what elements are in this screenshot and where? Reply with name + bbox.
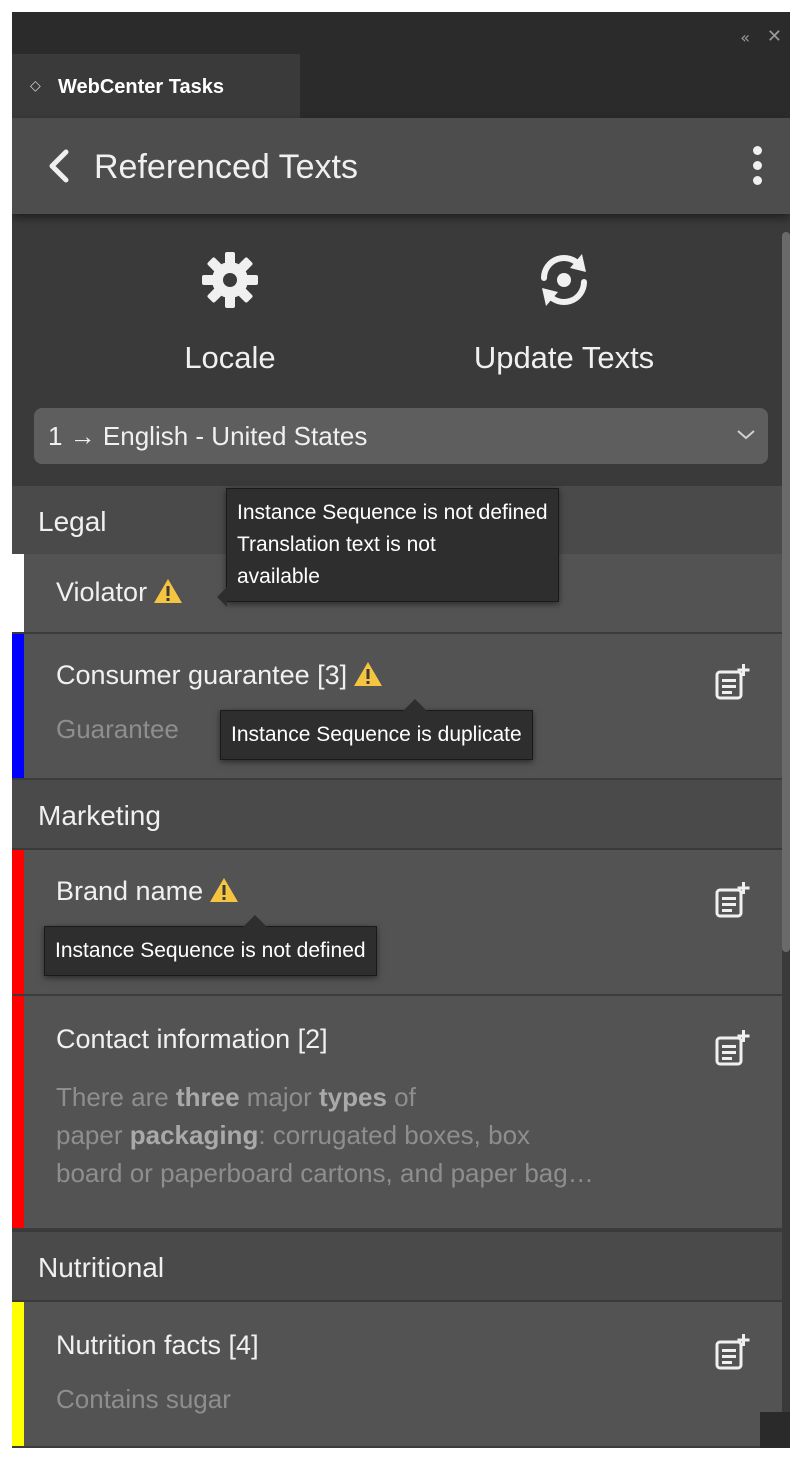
item-title: Contact information [2]	[56, 1024, 328, 1054]
warning-icon[interactable]	[209, 877, 239, 903]
locale-dropdown-value: 1 → English - United States	[48, 421, 368, 451]
body-highlight: three	[175, 1082, 240, 1112]
tooltip-arrow	[217, 587, 227, 607]
item-title: Consumer guarantee [3]	[56, 660, 348, 690]
item-color-bar	[12, 1302, 24, 1446]
section-label: Legal	[38, 506, 107, 537]
tooltip-line: Instance Sequence is not defined	[55, 939, 366, 962]
body-highlight: packaging	[129, 1120, 259, 1150]
tooltip-line: Instance Sequence is not defined	[237, 501, 548, 524]
locale-button[interactable]: Locale	[110, 248, 350, 388]
referenced-texts-panel: « ✕ ◇ WebCenter Tasks Referenced Texts L…	[12, 12, 790, 1448]
panel-title-strip: « ✕	[12, 12, 790, 54]
item-body-preview: There are three major types of paper pac…	[56, 1078, 594, 1192]
back-button[interactable]	[42, 146, 76, 186]
section-label: Marketing	[38, 800, 161, 831]
section-header-marketing[interactable]: Marketing	[12, 780, 790, 848]
kebab-dot	[753, 146, 762, 155]
item-subtitle: Contains sugar	[56, 1384, 231, 1414]
resize-corner[interactable]	[760, 1412, 790, 1448]
kebab-menu-button[interactable]	[752, 146, 764, 190]
kebab-dot	[753, 176, 762, 185]
tooltip-brand-name: Instance Sequence is not defined	[44, 915, 377, 976]
item-color-bar	[12, 634, 24, 778]
page-title: Referenced Texts	[94, 148, 358, 186]
kebab-dot	[753, 161, 762, 170]
add-text-icon[interactable]	[714, 664, 750, 700]
add-text-icon[interactable]	[714, 1030, 750, 1066]
tooltip-line: Instance Sequence is duplicate	[231, 723, 522, 746]
double-chevron-left-icon[interactable]: «	[740, 28, 750, 47]
section-header-nutritional[interactable]: Nutritional	[12, 1232, 790, 1300]
tooltip-arrow	[243, 915, 267, 927]
gear-icon	[202, 252, 258, 308]
tab-webcenter-tasks[interactable]: ◇ WebCenter Tasks	[12, 54, 300, 118]
body-line: board or paperboard cartons, and paper b…	[56, 1154, 594, 1192]
list-item-nutrition-facts[interactable]: Nutrition facts [4] Contains sugar	[12, 1302, 790, 1448]
add-text-icon[interactable]	[714, 882, 750, 918]
update-texts-button[interactable]: Update Texts	[444, 248, 684, 388]
item-title: Violator	[56, 577, 148, 607]
close-icon[interactable]: ✕	[767, 26, 782, 47]
tooltip-arrow	[403, 699, 427, 711]
locale-label: Locale	[184, 340, 276, 375]
body-highlight: types	[319, 1082, 387, 1112]
sync-icon	[541, 254, 587, 306]
tooltip-violator: Instance Sequence is not defined Transla…	[217, 488, 559, 607]
item-title: Nutrition facts [4]	[56, 1330, 259, 1360]
tab-label: WebCenter Tasks	[58, 76, 224, 98]
item-title-row: Brand name	[56, 876, 239, 907]
body-text: major	[239, 1082, 319, 1112]
update-texts-label: Update Texts	[473, 340, 655, 375]
tab-bar: ◇ WebCenter Tasks	[12, 54, 790, 118]
header-bar: Referenced Texts	[12, 118, 790, 214]
item-subtitle: Guarantee	[56, 714, 179, 744]
body-text: board or paperboard cartons, and paper b…	[56, 1158, 594, 1188]
tooltip-line: Translation text is not	[237, 533, 436, 556]
item-title: Brand name	[56, 876, 204, 906]
body-text: paper	[56, 1120, 130, 1150]
item-title-row: Consumer guarantee [3]	[56, 660, 383, 691]
tooltip-line: available	[237, 565, 320, 588]
diamond-outline-icon: ◇	[30, 78, 41, 94]
body-line: paper packaging: corrugated boxes, box	[56, 1116, 594, 1154]
body-text: of	[386, 1082, 416, 1112]
chevron-down-icon	[737, 430, 755, 440]
body-line: There are three major types of	[56, 1078, 594, 1116]
tooltip-consumer-guarantee: Instance Sequence is duplicate	[220, 699, 533, 760]
item-color-bar	[12, 850, 24, 994]
warning-icon[interactable]	[353, 661, 383, 687]
list-item-contact-information[interactable]: Contact information [2] There are three …	[12, 996, 790, 1230]
locale-dropdown[interactable]: 1 → English - United States	[34, 408, 768, 464]
body-text: : corrugated boxes, box	[258, 1120, 531, 1150]
section-label: Nutritional	[38, 1252, 165, 1283]
chevron-left-icon	[49, 149, 69, 183]
item-color-bar	[12, 996, 24, 1228]
item-title-row: Violator	[56, 577, 183, 608]
scrollbar-thumb[interactable]	[782, 232, 790, 952]
item-color-bar	[12, 554, 24, 632]
warning-icon[interactable]	[153, 578, 183, 604]
body-text: There are	[56, 1082, 176, 1112]
add-text-icon[interactable]	[714, 1334, 750, 1370]
